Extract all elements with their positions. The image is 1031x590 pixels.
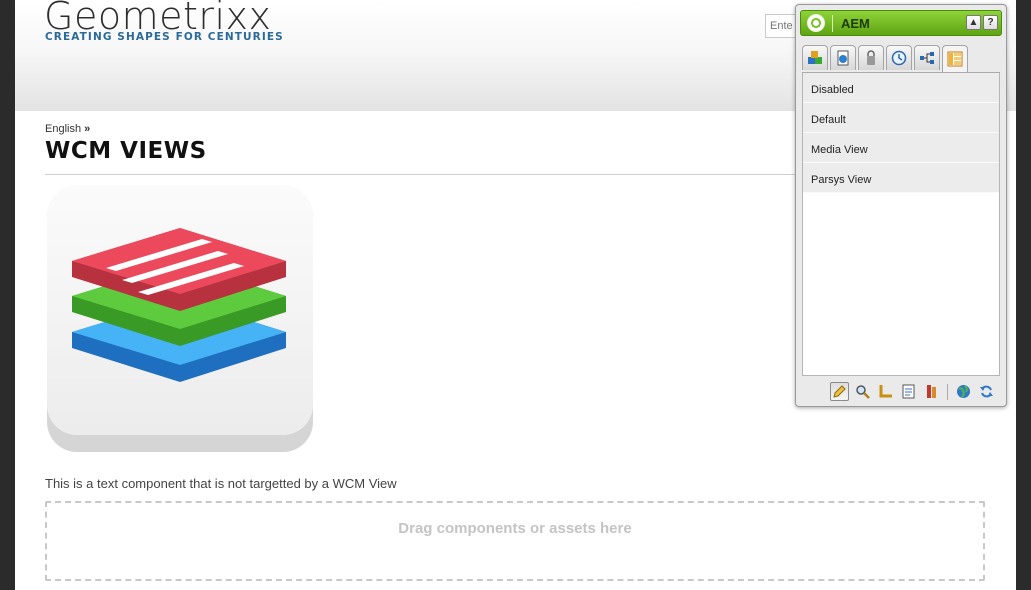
design-mode-icon <box>879 385 892 398</box>
help-button[interactable]: ? <box>983 15 998 30</box>
page-properties-icon <box>902 384 915 399</box>
breadcrumb-separator: » <box>84 123 91 135</box>
client-context-button[interactable] <box>922 382 941 401</box>
client-context-icon <box>927 385 936 398</box>
design-mode-button[interactable] <box>876 382 895 401</box>
preview-button[interactable] <box>853 382 872 401</box>
list-item-media-view[interactable]: Media View <box>803 133 999 163</box>
edit-mode-button[interactable] <box>830 382 849 401</box>
layers-stack-image[interactable] <box>46 184 314 452</box>
list-item-parsys-view[interactable]: Parsys View <box>803 163 999 193</box>
sidekick-tabs <box>802 43 1000 73</box>
views-list: Disabled Default Media View Parsys View <box>802 73 1000 376</box>
tab-page[interactable] <box>830 45 856 70</box>
tab-components[interactable] <box>802 45 828 70</box>
refresh-button[interactable] <box>977 382 996 401</box>
refresh-icon <box>980 385 993 398</box>
component-dropzone[interactable]: Drag components or assets here <box>45 501 985 581</box>
page-title: WCM VIEWS <box>45 138 207 164</box>
workflow-icon <box>891 50 907 66</box>
views-icon <box>947 51 963 67</box>
list-item-disabled[interactable]: Disabled <box>803 73 999 103</box>
sitemap-icon <box>920 52 934 64</box>
sidekick-title: AEM <box>841 16 870 31</box>
collapse-button[interactable]: ▲ <box>966 15 981 30</box>
aem-sidekick[interactable]: AEM ▲ ? Disabled Default Media View Pars… <box>795 4 1007 407</box>
preview-icon <box>856 385 870 399</box>
website-button[interactable] <box>954 382 973 401</box>
tab-views[interactable] <box>942 45 968 72</box>
page-icon <box>837 50 849 66</box>
breadcrumb: English» <box>45 123 90 135</box>
toolbar-separator <box>947 383 948 400</box>
site-tagline: CREATING SHAPES FOR CENTURIES <box>45 31 284 43</box>
header-divider <box>832 15 833 32</box>
breadcrumb-link-english[interactable]: English <box>45 123 81 135</box>
text-component: This is a text component that is not tar… <box>45 476 397 491</box>
website-icon <box>957 385 970 398</box>
edit-mode-icon <box>833 385 846 398</box>
components-icon <box>808 51 822 64</box>
list-item-default[interactable]: Default <box>803 103 999 133</box>
aem-logo-icon <box>807 14 825 32</box>
tab-sitemap[interactable] <box>914 45 940 70</box>
page-properties-button[interactable] <box>899 382 918 401</box>
versioning-icon <box>867 50 875 65</box>
sidekick-header[interactable]: AEM ▲ ? <box>800 10 1002 36</box>
tab-versioning[interactable] <box>858 45 884 70</box>
sidekick-toolbar <box>802 380 1000 403</box>
tab-workflow[interactable] <box>886 45 912 70</box>
dropzone-label: Drag components or assets here <box>398 519 632 537</box>
